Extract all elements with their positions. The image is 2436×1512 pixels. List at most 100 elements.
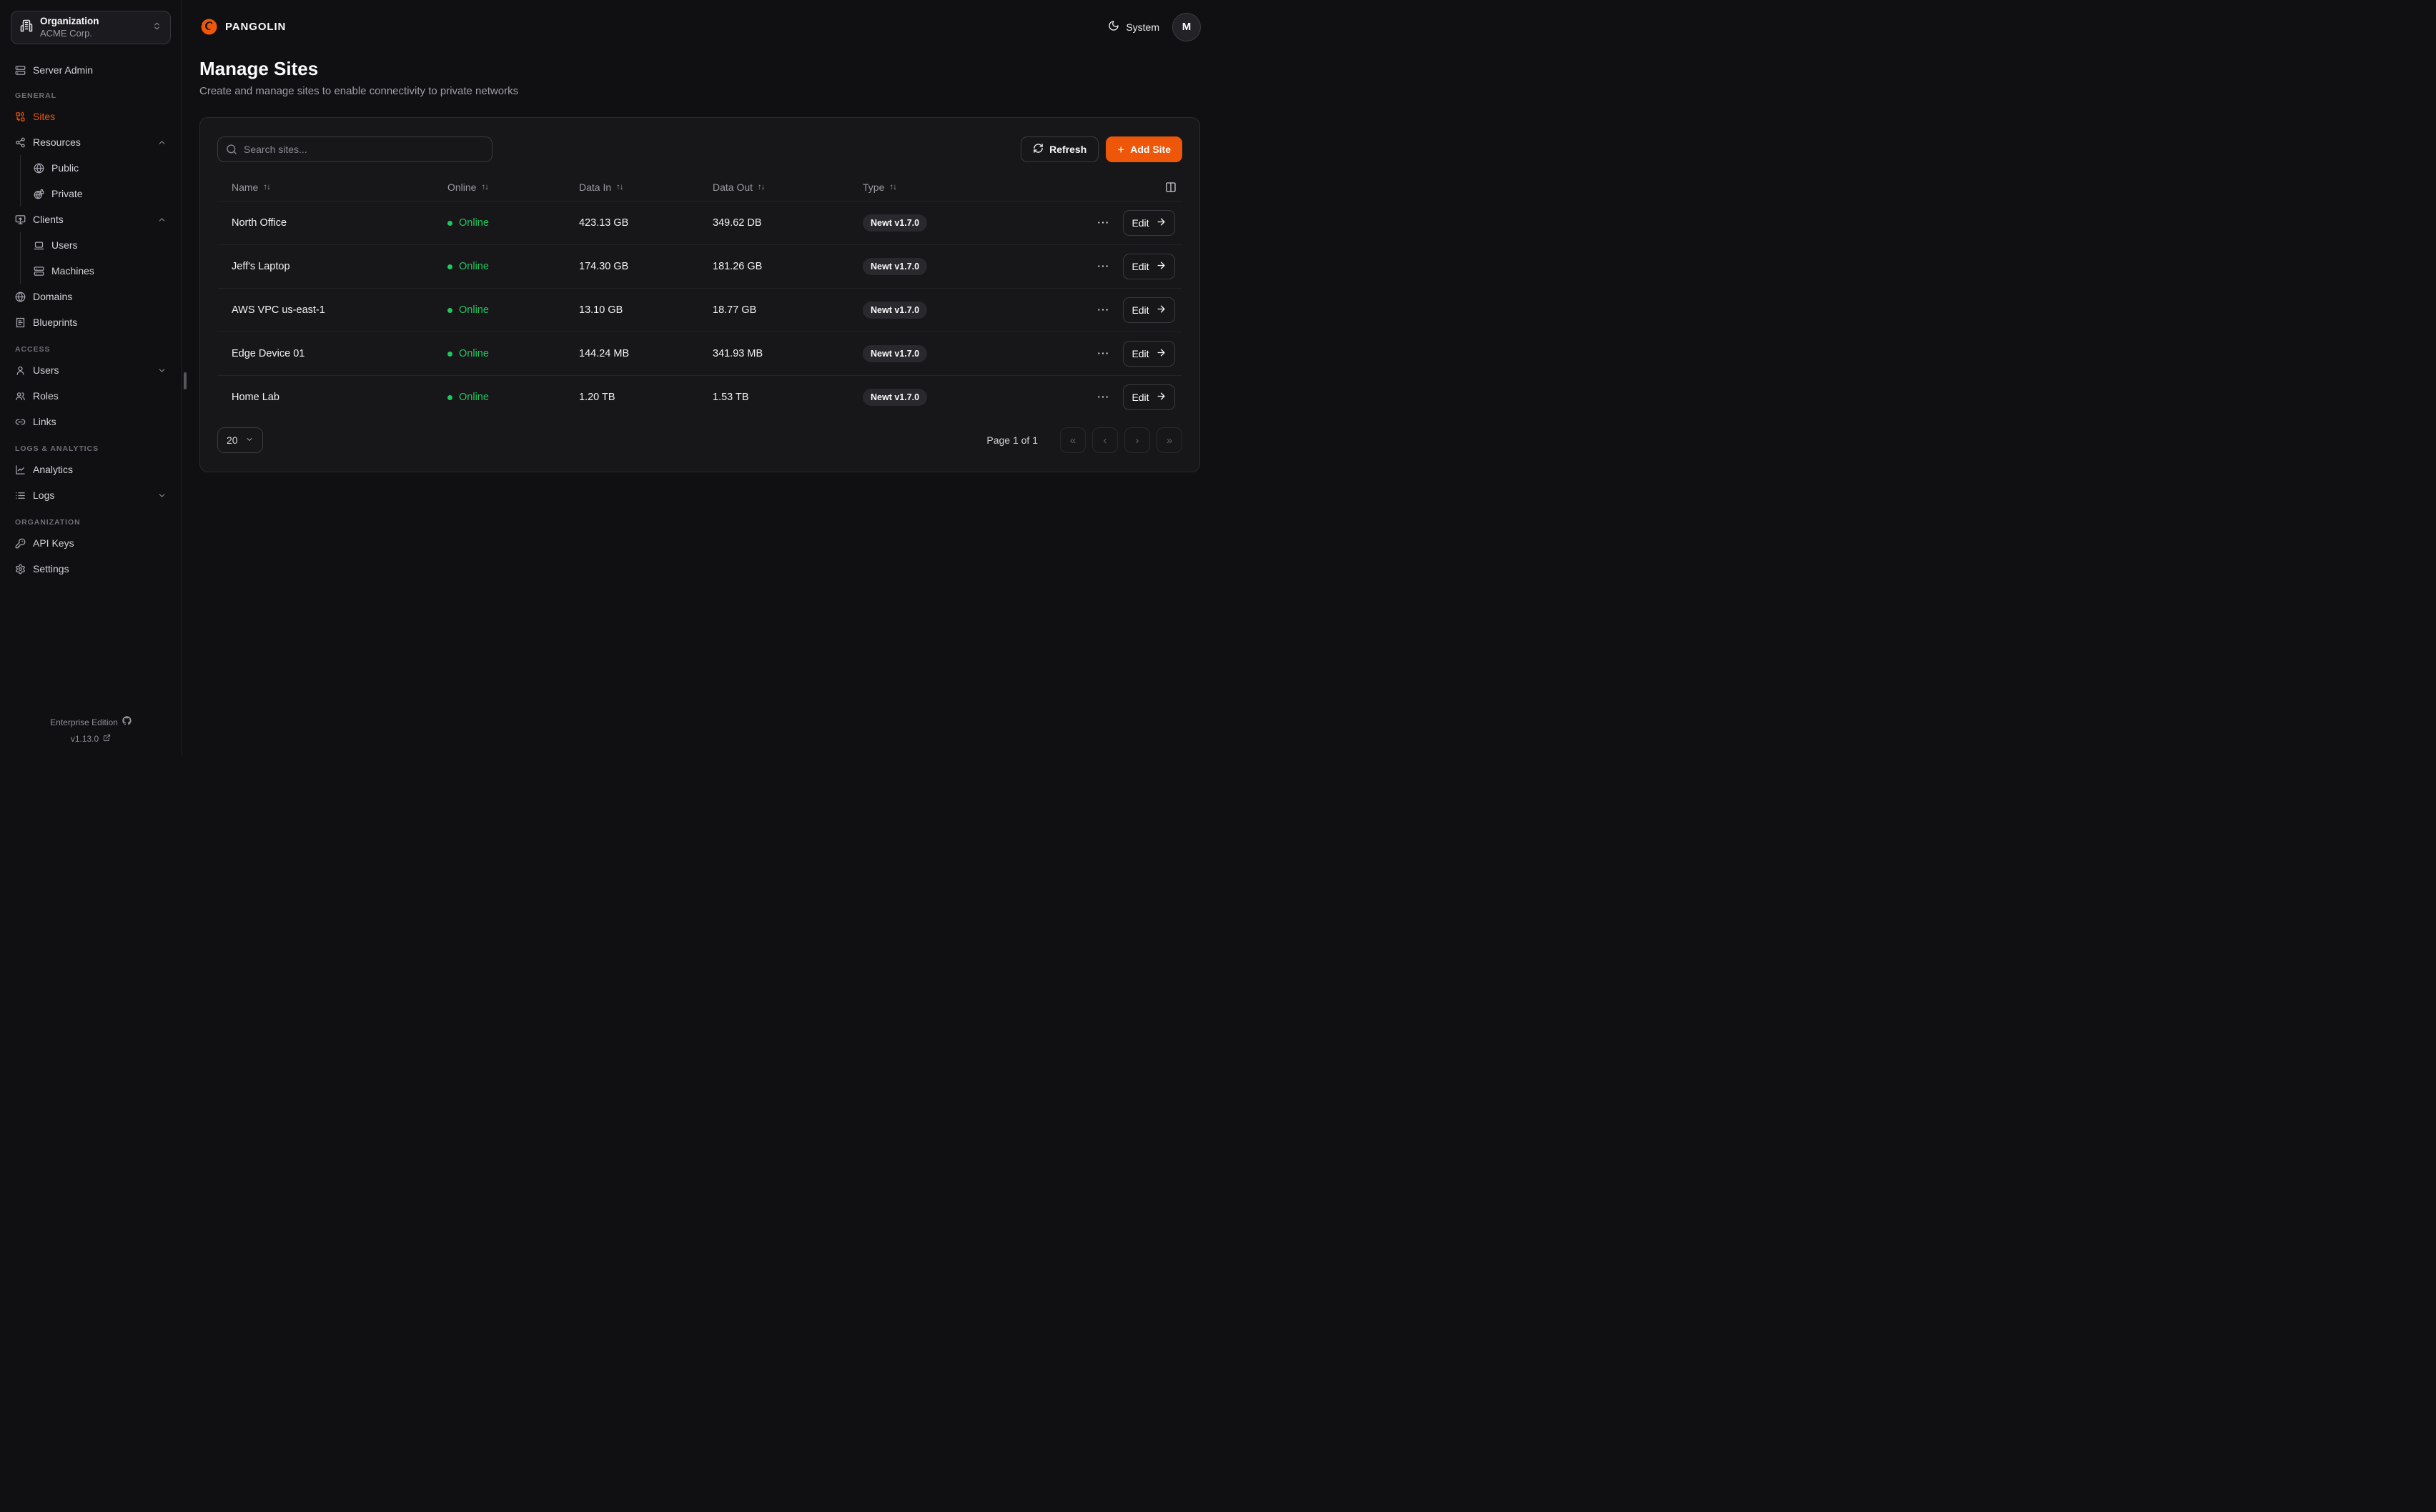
moon-icon xyxy=(1108,20,1119,34)
brand-name: PANGOLIN xyxy=(225,21,286,33)
site-name: Jeff's Laptop xyxy=(217,261,447,272)
status-badge: Online xyxy=(447,348,579,359)
org-switcher[interactable]: Organization ACME Corp. xyxy=(11,11,171,44)
external-link-icon[interactable] xyxy=(103,731,111,747)
edit-button[interactable]: Edit xyxy=(1123,384,1175,410)
data-out-value: 181.26 GB xyxy=(713,261,863,272)
online-dot-icon xyxy=(447,308,452,313)
section-label-logs-analytics: LOGS & ANALYTICS xyxy=(11,444,171,453)
version-label[interactable]: v1.13.0 xyxy=(71,731,99,747)
page-subtitle: Create and manage sites to enable connec… xyxy=(199,85,1201,97)
search-input[interactable] xyxy=(217,136,492,162)
edit-button[interactable]: Edit xyxy=(1123,341,1175,367)
sidebar-item-clients[interactable]: Clients xyxy=(11,207,171,232)
sidebar-item-resources[interactable]: Resources xyxy=(11,129,171,155)
edit-button[interactable]: Edit xyxy=(1123,254,1175,279)
sidebar-item-settings[interactable]: Settings xyxy=(11,556,171,582)
sidebar-item-label: Server Admin xyxy=(33,64,167,76)
data-out-value: 341.93 MB xyxy=(713,348,863,359)
sidebar-item-blueprints[interactable]: Blueprints xyxy=(11,309,171,335)
sidebar-item-api-keys[interactable]: API Keys xyxy=(11,530,171,556)
building-icon xyxy=(20,19,33,36)
link-icon xyxy=(15,417,26,427)
chevron-up-icon xyxy=(157,215,167,224)
sidebar-item-server-admin[interactable]: Server Admin xyxy=(11,57,171,83)
page-size-select[interactable]: 20 xyxy=(217,427,263,453)
topbar: PANGOLIN System M xyxy=(182,0,1218,54)
refresh-label: Refresh xyxy=(1049,144,1086,155)
sidebar-item-logs[interactable]: Logs xyxy=(11,482,171,508)
sidebar-item-users[interactable]: Users xyxy=(11,357,171,383)
column-header-data-in[interactable]: Data In ↑↓ xyxy=(579,181,713,193)
sidebar-item-sites[interactable]: Sites xyxy=(11,104,171,129)
add-site-label: Add Site xyxy=(1130,144,1171,155)
site-name: Home Lab xyxy=(217,392,447,403)
theme-toggle-label: System xyxy=(1126,21,1159,33)
sidebar-item-machines[interactable]: Machines xyxy=(34,258,171,284)
chevron-down-icon xyxy=(157,491,167,500)
table-row: Edge Device 01 Online 144.24 MB 341.93 M… xyxy=(217,332,1182,375)
sidebar-item-links[interactable]: Links xyxy=(11,409,171,434)
column-header-online[interactable]: Online ↑↓ xyxy=(447,181,579,193)
github-icon[interactable] xyxy=(122,715,132,731)
sites-card: Refresh + Add Site Name ↑↓ xyxy=(199,117,1200,472)
prev-page-button[interactable]: ‹ xyxy=(1092,427,1118,453)
edit-button[interactable]: Edit xyxy=(1123,210,1175,236)
sidebar-item-label: Settings xyxy=(33,563,167,575)
search-icon xyxy=(226,144,237,155)
ellipsis-icon: ⋯ xyxy=(1097,216,1109,230)
sort-icon: ↑↓ xyxy=(616,183,623,192)
sidebar-item-label: API Keys xyxy=(33,537,167,549)
pangolin-logo[interactable]: PANGOLIN xyxy=(199,17,286,36)
row-menu-button[interactable]: ⋯ xyxy=(1093,213,1113,233)
sidebar-resize-handle[interactable] xyxy=(184,372,187,389)
sidebar-nav: Server Admin GENERAL Sites Resources Pub… xyxy=(11,57,171,715)
page-size-value: 20 xyxy=(227,434,238,446)
theme-toggle[interactable]: System xyxy=(1108,20,1159,34)
page-info: Page 1 of 1 xyxy=(986,434,1038,446)
sort-icon: ↑↓ xyxy=(758,183,765,192)
columns-icon[interactable] xyxy=(1165,181,1177,193)
row-menu-button[interactable]: ⋯ xyxy=(1093,257,1113,277)
org-switcher-label: Organization xyxy=(40,16,145,28)
data-in-value: 1.20 TB xyxy=(579,392,713,403)
column-header-data-out[interactable]: Data Out ↑↓ xyxy=(713,181,863,193)
status-badge: Online xyxy=(447,304,579,316)
globe-lock-icon xyxy=(34,189,44,199)
edit-button[interactable]: Edit xyxy=(1123,297,1175,323)
sidebar-item-client-users[interactable]: Users xyxy=(34,232,171,258)
refresh-button[interactable]: Refresh xyxy=(1021,136,1099,162)
sidebar-item-private[interactable]: Private xyxy=(34,181,171,207)
plus-icon: + xyxy=(1117,144,1124,156)
column-header-type[interactable]: Type ↑↓ xyxy=(863,181,1039,193)
ellipsis-icon: ⋯ xyxy=(1097,303,1109,317)
last-page-button[interactable]: » xyxy=(1157,427,1182,453)
avatar[interactable]: M xyxy=(1172,13,1201,41)
add-site-button[interactable]: + Add Site xyxy=(1106,136,1182,162)
row-menu-button[interactable]: ⋯ xyxy=(1093,300,1113,320)
page-content: Manage Sites Create and manage sites to … xyxy=(182,54,1218,472)
sidebar-item-label: Links xyxy=(33,416,167,427)
sidebar-item-roles[interactable]: Roles xyxy=(11,383,171,409)
sidebar-item-public[interactable]: Public xyxy=(34,155,171,181)
online-dot-icon xyxy=(447,264,452,269)
column-header-name[interactable]: Name ↑↓ xyxy=(217,181,447,193)
globe-icon xyxy=(15,292,26,302)
status-badge: Online xyxy=(447,217,579,229)
sidebar-item-analytics[interactable]: Analytics xyxy=(11,457,171,482)
chevrons-up-down-icon xyxy=(152,21,162,34)
next-page-button[interactable]: › xyxy=(1124,427,1150,453)
sort-icon: ↑↓ xyxy=(263,183,270,192)
site-name: AWS VPC us-east-1 xyxy=(217,304,447,316)
sidebar-item-domains[interactable]: Domains xyxy=(11,284,171,309)
data-in-value: 174.30 GB xyxy=(579,261,713,272)
sidebar-item-label: Public xyxy=(51,162,167,174)
server-icon xyxy=(34,266,44,277)
row-menu-button[interactable]: ⋯ xyxy=(1093,344,1113,364)
pangolin-logo-icon xyxy=(199,17,219,36)
sidebar-item-label: Logs xyxy=(33,489,150,501)
first-page-button[interactable]: « xyxy=(1060,427,1086,453)
receipt-icon xyxy=(15,317,26,328)
row-menu-button[interactable]: ⋯ xyxy=(1093,387,1113,407)
table-row: Jeff's Laptop Online 174.30 GB 181.26 GB… xyxy=(217,244,1182,288)
